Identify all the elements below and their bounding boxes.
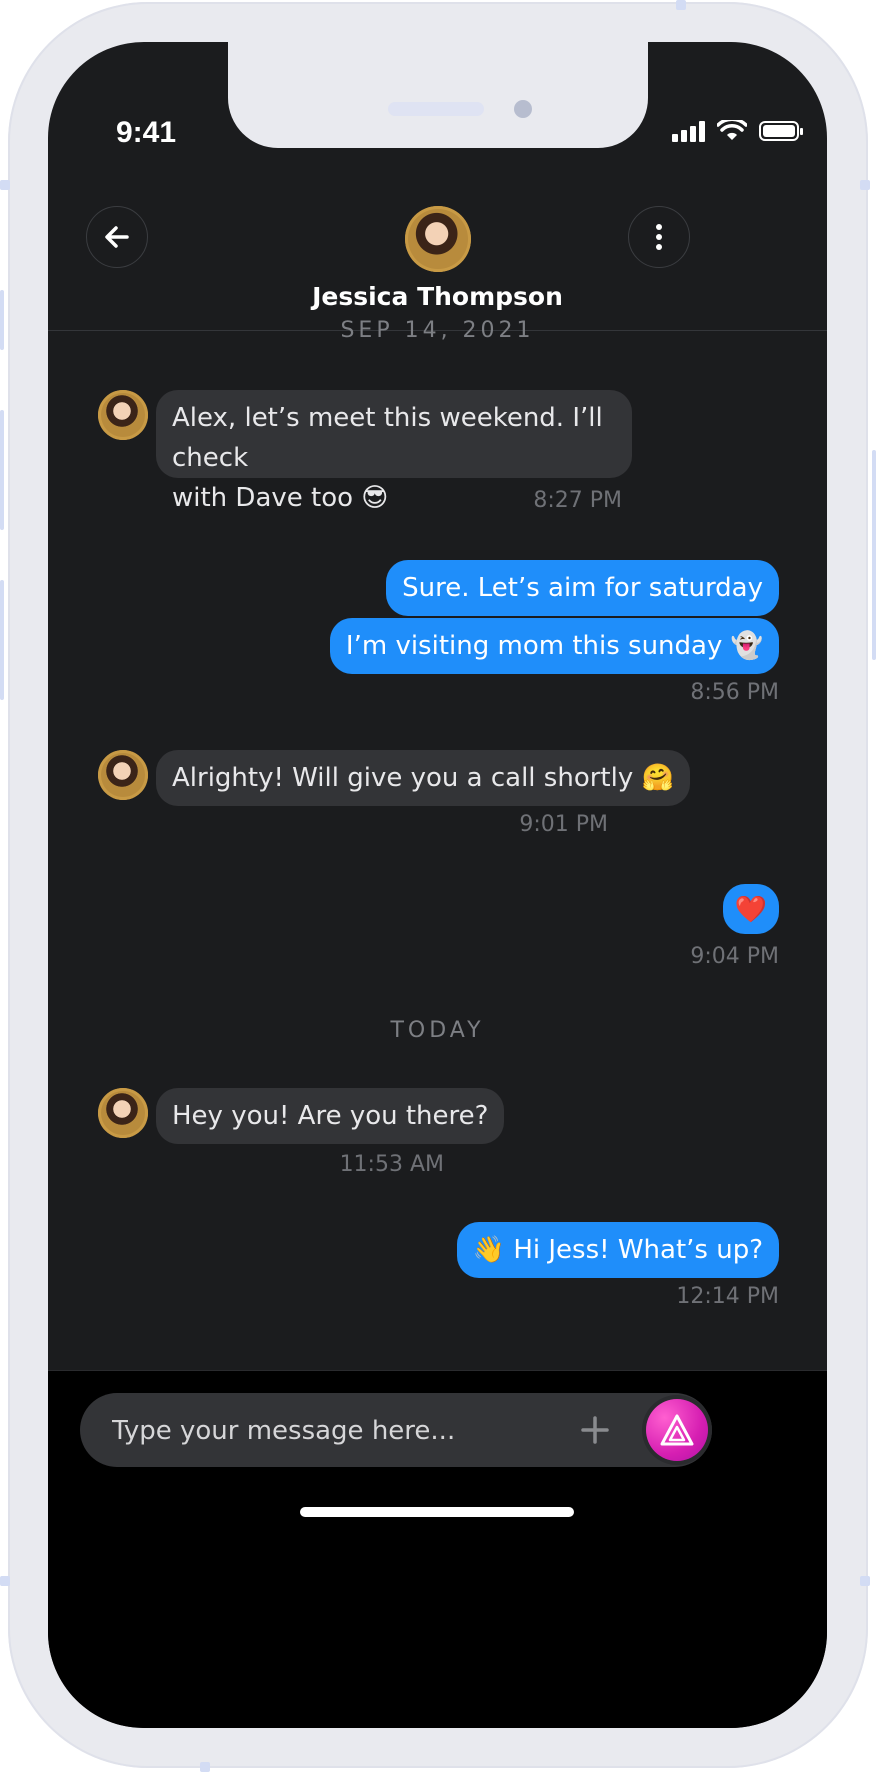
frame-marker (860, 1576, 870, 1586)
more-vertical-icon (656, 224, 662, 250)
incoming-message[interactable]: Alrighty! Will give you a call shortly 🤗 (156, 750, 690, 806)
speaker (388, 102, 484, 116)
frame-marker (200, 1762, 210, 1772)
status-icons (672, 120, 803, 142)
arrow-left-icon (105, 226, 129, 248)
frame-marker (0, 290, 4, 350)
message-time: 8:56 PM (690, 680, 779, 705)
composer-area (48, 1370, 827, 1728)
frame-marker (676, 0, 686, 10)
message-time: 9:01 PM (519, 812, 608, 837)
attach-button[interactable] (572, 1407, 618, 1453)
message-avatar[interactable] (98, 390, 148, 440)
contact-name: Jessica Thompson (312, 282, 563, 311)
message-time: 9:04 PM (690, 944, 779, 969)
incoming-message[interactable]: Alex, let’s meet this weekend. I’ll chec… (156, 390, 632, 513)
signal-icon (672, 120, 705, 142)
frame-marker (0, 580, 4, 700)
outgoing-message[interactable]: Sure. Let’s aim for saturday (386, 560, 779, 616)
camera (514, 100, 532, 118)
incoming-message[interactable]: Hey you! Are you there? (156, 1088, 505, 1144)
phone-screen: 9:41 Jessica Thompson SEP 14, 2021 Alex,… (48, 42, 827, 1728)
contact-avatar[interactable] (405, 206, 471, 272)
status-time: 9:41 (116, 116, 177, 149)
message-time: 11:53 AM (339, 1152, 444, 1177)
outgoing-message[interactable]: I’m visiting mom this sunday 👻 (329, 618, 779, 674)
frame-marker (0, 410, 4, 530)
outgoing-message[interactable]: 👋 Hi Jess! What’s up? (456, 1222, 779, 1278)
date-separator: TODAY (390, 1018, 485, 1043)
message-time: 8:27 PM (533, 488, 622, 513)
frame-marker (860, 180, 870, 190)
message-composer (80, 1393, 712, 1469)
back-button[interactable] (86, 206, 148, 268)
chat-header: Jessica Thompson (48, 182, 827, 331)
wifi-icon (717, 120, 747, 140)
frame-marker (0, 1576, 10, 1586)
plus-icon (581, 1416, 609, 1444)
notch (228, 42, 648, 148)
message-time: 12:14 PM (676, 1284, 779, 1309)
outgoing-message[interactable]: ❤️ (723, 884, 779, 934)
send-triangle-icon (660, 1414, 694, 1446)
home-indicator[interactable] (300, 1507, 574, 1517)
frame-marker (0, 180, 10, 190)
more-options-button[interactable] (628, 206, 690, 268)
date-separator: SEP 14, 2021 (340, 318, 535, 343)
message-avatar[interactable] (98, 1088, 148, 1138)
battery-icon (759, 121, 803, 141)
send-button[interactable] (646, 1399, 708, 1461)
frame-marker (872, 450, 876, 660)
message-avatar[interactable] (98, 750, 148, 800)
message-input[interactable] (110, 1393, 554, 1469)
